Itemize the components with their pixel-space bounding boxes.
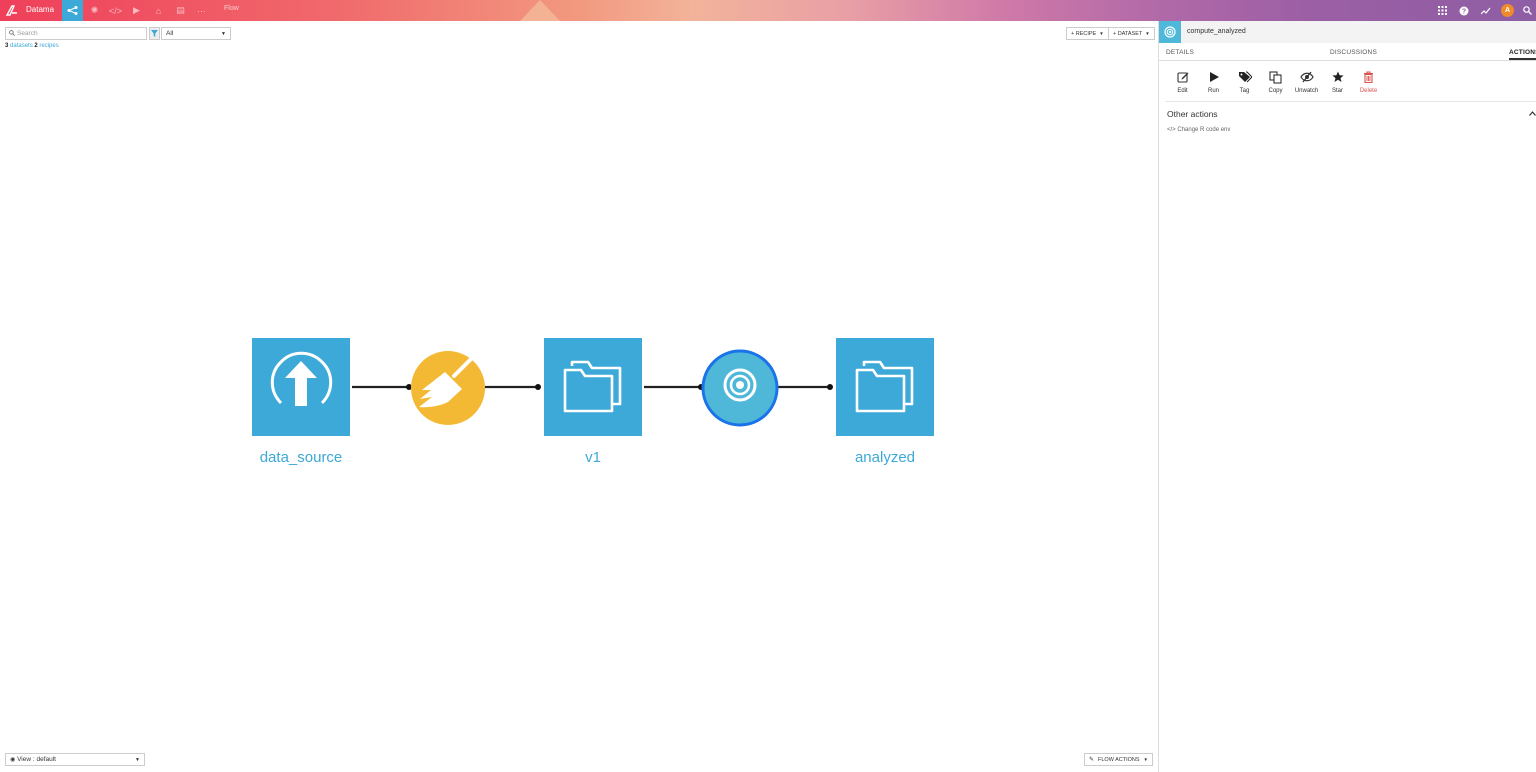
node-label-data-source[interactable]: data_source [241, 449, 361, 466]
panel-tabs: DETAILS DISCUSSIONS ACTIONS [1159, 43, 1536, 61]
flow-actions-label: FLOW ACTIONS [1098, 756, 1140, 763]
edit-action-button[interactable]: Edit [1167, 71, 1198, 94]
activity-icon[interactable] [1479, 4, 1492, 17]
run-action-button[interactable]: Run [1198, 71, 1229, 94]
star-action-button[interactable]: Star [1322, 71, 1353, 94]
dataset-node-v1[interactable] [544, 338, 642, 436]
help-icon[interactable]: ? [1457, 4, 1470, 17]
avatar[interactable]: A [1501, 4, 1514, 17]
recipe-node-compute-analyzed[interactable] [701, 349, 779, 427]
dataset-node-analyzed[interactable] [836, 338, 934, 436]
run-action-label: Run [1207, 88, 1219, 94]
tab-actions[interactable]: ACTIONS [1509, 49, 1536, 60]
star-action-label: Star [1331, 88, 1343, 94]
node-label-analyzed[interactable]: analyzed [825, 449, 945, 466]
recipe-target-icon [1159, 21, 1181, 43]
edge-endpoint [827, 384, 833, 390]
unwatch-action-label: Unwatch [1294, 88, 1319, 94]
view-select[interactable]: ◉ View : default ▼ [5, 753, 145, 766]
delete-action-label: Delete [1359, 88, 1378, 94]
panel-header: compute_analyzed [1159, 21, 1536, 43]
delete-action-button[interactable]: Delete [1353, 71, 1384, 94]
node-label-v1[interactable]: v1 [533, 449, 653, 466]
code-icon: </> [1167, 127, 1176, 133]
change-code-env-link[interactable]: </> Change R code env [1167, 127, 1230, 133]
unwatch-action-button[interactable]: Unwatch [1291, 71, 1322, 94]
other-actions-heading[interactable]: Other actions [1167, 109, 1218, 119]
search-icon[interactable] [1521, 4, 1534, 17]
chevron-up-icon[interactable] [1529, 109, 1536, 118]
caret-down-icon: ▼ [1143, 757, 1148, 762]
flow-actions-button[interactable]: ✎ FLOW ACTIONS ▼ [1084, 753, 1153, 766]
view-select-label: ◉ View : default [10, 756, 56, 763]
actions-row: Edit Run Tag Copy Unwatch Star Delete [1167, 71, 1384, 94]
tab-details[interactable]: DETAILS [1166, 49, 1194, 56]
apps-grid-icon[interactable] [1436, 4, 1449, 17]
edit-icon [1176, 71, 1189, 85]
view-select-value: View : default [17, 756, 56, 763]
svg-text:?: ? [1461, 8, 1465, 15]
edge-endpoint [535, 384, 541, 390]
right-panel: compute_analyzed DETAILS DISCUSSIONS ACT… [1158, 21, 1536, 772]
tag-action-button[interactable]: Tag [1229, 71, 1260, 94]
play-icon [1208, 71, 1220, 85]
tag-action-label: Tag [1239, 88, 1250, 94]
tab-discussions[interactable]: DISCUSSIONS [1330, 49, 1377, 56]
recipe-node-prepare[interactable] [411, 351, 485, 425]
copy-action-label: Copy [1268, 88, 1283, 94]
star-icon [1331, 71, 1344, 85]
trash-icon [1363, 71, 1374, 85]
edit-action-label: Edit [1177, 88, 1188, 94]
eye-icon: ◉ [10, 757, 16, 763]
copy-action-button[interactable]: Copy [1260, 71, 1291, 94]
panel-divider [1165, 101, 1536, 102]
caret-down-icon: ▼ [135, 756, 140, 763]
copy-icon [1269, 71, 1282, 85]
dataset-node-data-source[interactable] [252, 338, 350, 436]
tag-icon [1238, 71, 1253, 85]
change-code-env-label: Change R code env [1177, 127, 1231, 133]
flow-graph [252, 338, 934, 436]
panel-title[interactable]: compute_analyzed [1187, 28, 1246, 35]
wrench-icon: ✎ [1089, 757, 1095, 763]
unwatch-icon [1299, 71, 1314, 85]
